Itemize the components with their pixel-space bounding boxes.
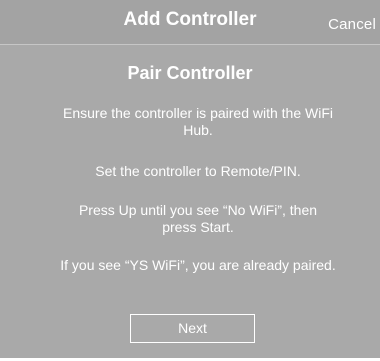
instruction-press-up: Press Up until you see “No WiFi”, then p…: [78, 202, 318, 235]
section-title: Pair Controller: [127, 63, 253, 83]
cancel-button[interactable]: Cancel: [328, 16, 376, 33]
instruction-ensure-paired: Ensure the controller is paired with the…: [63, 105, 333, 138]
instruction-already-paired: If you see “YS WiFi”, you are already pa…: [60, 257, 336, 273]
instruction-set-remote-pin: Set the controller to Remote/PIN.: [95, 163, 301, 179]
next-button[interactable]: Next: [130, 314, 255, 343]
pair-controller-dialog: Add Controller Cancel Pair Controller En…: [0, 0, 380, 358]
dialog-body: Pair Controller Ensure the controller is…: [0, 45, 380, 358]
page-title: Add Controller: [123, 9, 257, 30]
header-bar: Add Controller Cancel: [0, 0, 380, 45]
